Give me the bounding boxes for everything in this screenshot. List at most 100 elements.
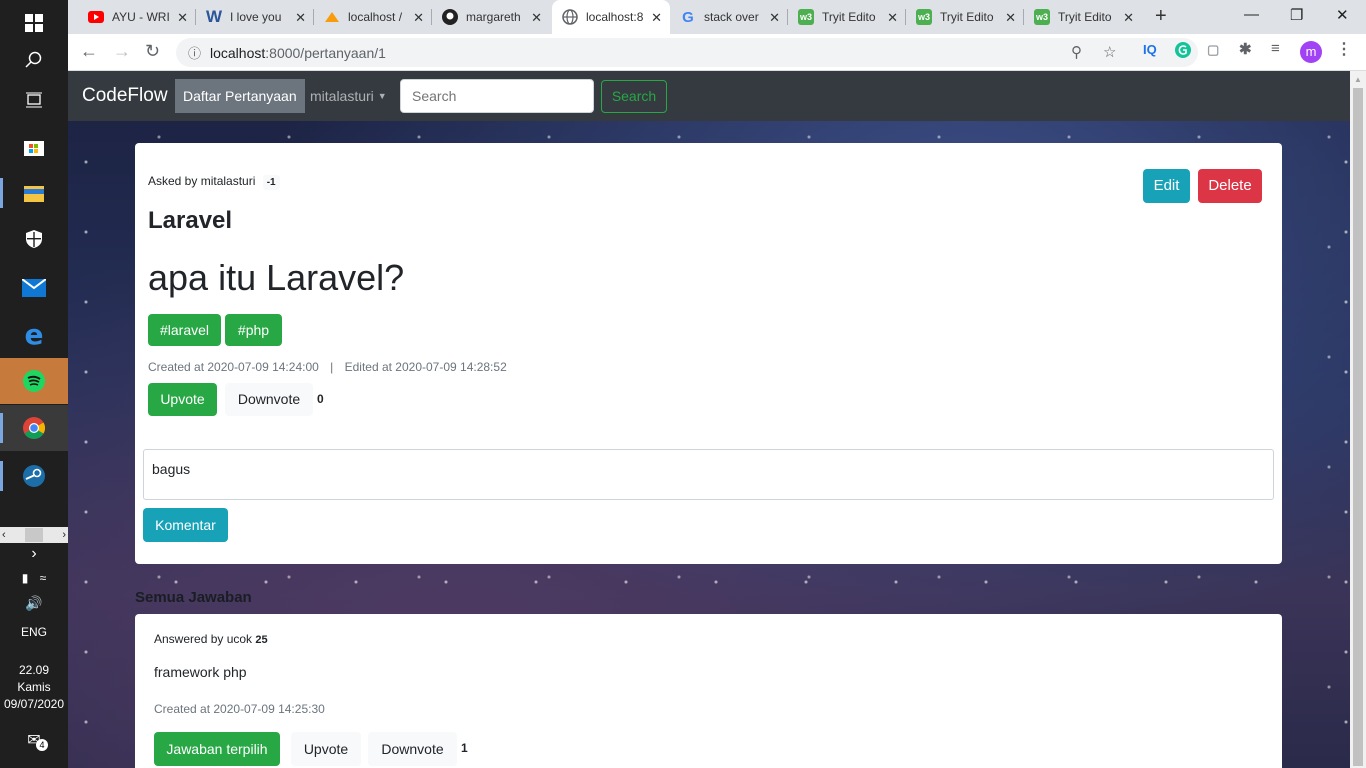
tab-title: margareth (466, 10, 521, 24)
profile-avatar[interactable]: m (1300, 41, 1322, 63)
close-tab-icon[interactable]: ✕ (413, 10, 424, 26)
globe-icon (562, 9, 578, 25)
comment-input[interactable]: bagus (143, 449, 1274, 500)
tag-laravel[interactable]: #laravel (148, 314, 221, 346)
volume-icon[interactable]: 🔊 (0, 595, 68, 612)
browser-tab[interactable]: w3 Tryit Edito ✕ (788, 0, 906, 34)
downvote-button[interactable]: Downvote (225, 383, 313, 416)
created-at: Created at 2020-07-09 14:24:00 (148, 360, 319, 374)
maximize-icon[interactable]: ❐ (1290, 6, 1303, 24)
answered-by: Answered by ucok 25 (154, 632, 268, 646)
extension-icon[interactable]: ▢ (1207, 42, 1219, 58)
browser-tab[interactable]: AYU - WRI ✕ (78, 0, 196, 34)
chevron-right-icon[interactable]: › (24, 545, 44, 563)
reload-icon[interactable]: ↻ (145, 41, 160, 62)
browser-tab-active[interactable]: localhost:8 ✕ (552, 0, 670, 34)
notification-count: 4 (36, 739, 48, 751)
github-icon (442, 9, 458, 25)
comment-button[interactable]: Komentar (143, 508, 228, 542)
new-tab-icon[interactable]: + (1155, 5, 1167, 28)
menu-kebab-icon[interactable]: ⋮ (1336, 39, 1352, 59)
question-body: apa itu Laravel? (148, 257, 405, 298)
edited-at: Edited at 2020-07-09 14:28:52 (344, 360, 507, 374)
browser-tab[interactable]: G stack over ✕ (670, 0, 788, 34)
page-scrollbar[interactable]: ▲ (1350, 71, 1366, 768)
w3schools-icon: w3 (916, 9, 932, 25)
zoom-icon[interactable]: ⚲ (1071, 43, 1082, 61)
back-icon[interactable]: ← (80, 41, 98, 62)
chrome-icon[interactable] (0, 405, 68, 451)
close-tab-icon[interactable]: ✕ (531, 10, 542, 26)
tab-title: stack over (704, 10, 759, 24)
tab-title: Tryit Edito (940, 10, 994, 24)
scrollbar-thumb[interactable] (1353, 88, 1363, 766)
steam-icon[interactable] (0, 453, 68, 499)
search-input[interactable] (400, 79, 594, 113)
language-indicator[interactable]: ENG (0, 625, 68, 639)
scroll-left-icon[interactable]: ‹ (2, 529, 6, 541)
grammarly-icon[interactable] (1175, 42, 1191, 61)
answer-upvote-button[interactable]: Upvote (291, 732, 361, 766)
taskbar-scroll-thumb[interactable] (25, 528, 43, 542)
close-tab-icon[interactable]: ✕ (1123, 10, 1134, 26)
tab-title: Tryit Edito (1058, 10, 1112, 24)
puzzle-extensions-icon[interactable]: ✱ (1239, 40, 1252, 58)
forward-icon[interactable]: → (113, 41, 131, 62)
tab-title: localhost:8 (586, 10, 644, 24)
site-info-icon[interactable]: ⓘ (188, 43, 201, 62)
close-tab-icon[interactable]: ✕ (1005, 10, 1016, 26)
nav-link-daftar-pertanyaan[interactable]: Daftar Pertanyaan (175, 79, 305, 113)
browser-tab[interactable]: w3 Tryit Edito ✕ (1024, 0, 1142, 34)
spotify-icon[interactable] (0, 358, 68, 404)
clock-date[interactable]: 09/07/2020 (0, 697, 68, 711)
media-queue-icon[interactable]: ≡ (1271, 40, 1280, 57)
address-bar[interactable]: ⓘ localhost:8000/pertanyaan/1 ⚲ ☆ (176, 38, 1198, 67)
security-shield-icon[interactable] (0, 216, 68, 262)
minimize-icon[interactable]: — (1244, 6, 1259, 23)
scroll-up-icon[interactable]: ▲ (1354, 75, 1362, 84)
taskbar-scrollbar[interactable]: ‹ › (0, 527, 68, 543)
user-dropdown[interactable]: mitalasturi ▼ (310, 88, 387, 104)
google-icon: G (682, 8, 694, 26)
browser-tab[interactable]: localhost / ✕ (314, 0, 432, 34)
search-button[interactable]: Search (601, 80, 667, 113)
word-icon: W (205, 7, 223, 26)
close-tab-icon[interactable]: ✕ (295, 10, 306, 26)
app-navbar: CodeFlow Daftar Pertanyaan mitalasturi ▼ … (68, 71, 1350, 121)
task-view-icon[interactable] (0, 77, 68, 123)
close-tab-icon[interactable]: ✕ (177, 10, 188, 26)
close-tab-icon[interactable]: ✕ (651, 10, 662, 26)
browser-tab[interactable]: margareth ✕ (432, 0, 550, 34)
bookmark-star-icon[interactable]: ☆ (1103, 43, 1116, 61)
close-tab-icon[interactable]: ✕ (887, 10, 898, 26)
browser-toolbar: ← → ↻ ⓘ localhost:8000/pertanyaan/1 ⚲ ☆ … (68, 34, 1366, 71)
mail-icon[interactable] (0, 265, 68, 311)
upvote-button[interactable]: Upvote (148, 383, 217, 416)
delete-button[interactable]: Delete (1198, 169, 1262, 203)
clock-day[interactable]: Kamis (0, 680, 68, 694)
chosen-answer-button[interactable]: Jawaban terpilih (154, 732, 280, 766)
answer-downvote-button[interactable]: Downvote (368, 732, 457, 766)
edge-icon[interactable]: e (0, 311, 68, 357)
wifi-icon[interactable]: ≈ (40, 571, 47, 585)
iq-extension-icon[interactable]: IQ (1143, 42, 1157, 57)
tab-title: localhost / (348, 10, 403, 24)
scroll-right-icon[interactable]: › (62, 529, 66, 541)
browser-tab[interactable]: W I love you ✕ (196, 0, 314, 34)
edit-button[interactable]: Edit (1143, 169, 1190, 203)
battery-icon[interactable]: ▮ (22, 571, 29, 585)
file-explorer-icon[interactable] (0, 170, 68, 216)
tag-php[interactable]: #php (225, 314, 282, 346)
clock-time[interactable]: 22.09 (0, 663, 68, 677)
question-title: Laravel (148, 207, 233, 234)
close-window-icon[interactable]: ✕ (1336, 6, 1349, 24)
brand-logo[interactable]: CodeFlow (82, 85, 168, 107)
page-viewport: CodeFlow Daftar Pertanyaan mitalasturi ▼ … (68, 71, 1350, 768)
store-icon[interactable] (0, 123, 68, 169)
browser-tab[interactable]: w3 Tryit Edito ✕ (906, 0, 1024, 34)
answer-vote-count: 1 (461, 741, 468, 755)
close-tab-icon[interactable]: ✕ (769, 10, 780, 26)
w3schools-icon: w3 (798, 9, 814, 25)
notification-icon[interactable]: ✉ 4 (0, 730, 68, 751)
vote-count: 0 (317, 392, 324, 406)
